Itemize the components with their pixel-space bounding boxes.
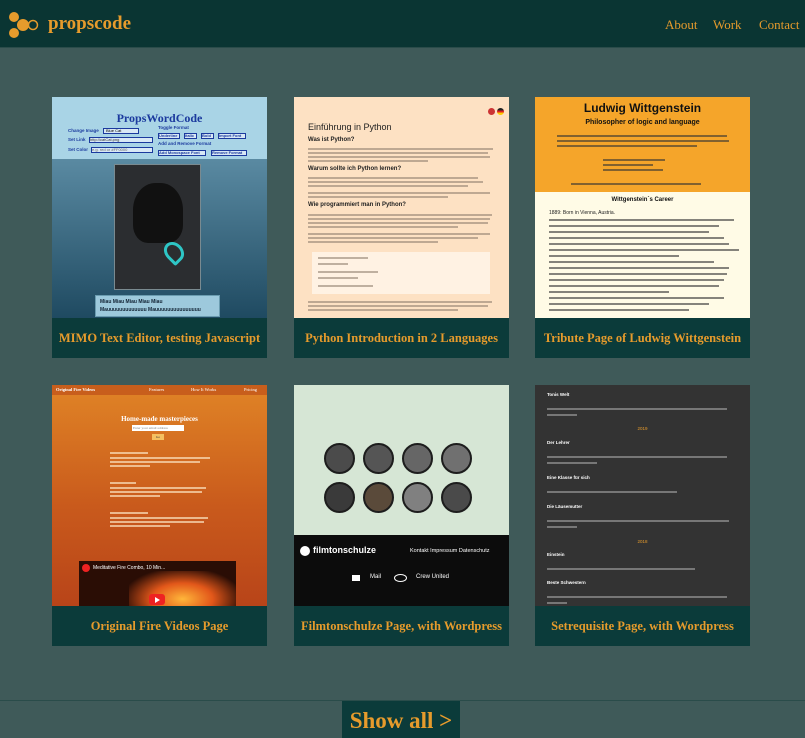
entry-title: Eine Klasse für sich [547,475,590,480]
entry-title: Beste Schwestern [547,580,586,585]
gallery-image [441,443,472,474]
thumb-navbar: Original Fire Videos Features How It Wor… [52,385,267,395]
project-caption[interactable]: Filmtonschulze Page, with Wordpress [294,606,509,646]
nav-contact[interactable]: Contact [759,17,799,33]
url-label: Set Link [68,137,86,142]
project-card-python[interactable]: Einführung in Python Was ist Python? War… [294,97,509,358]
mail-icon [352,575,360,581]
project-card-setrequisite[interactable]: Tonis Welt 2019 Der Lehrer Eine Klasse f… [535,385,750,646]
project-caption[interactable]: Python Introduction in 2 Languages [294,318,509,358]
project-caption[interactable]: Original Fire Videos Page [52,606,267,646]
import-font-button: Import Font [218,133,246,139]
nav-about[interactable]: About [665,17,698,33]
channel-icon [82,564,90,572]
person-subtitle: Philosopher of logic and language [585,119,700,126]
monospace-button: Add Monospace Font [158,150,206,156]
project-card-mimo[interactable]: PropsWordCode Change Image Blue Cat Togg… [52,97,267,358]
color-label: Set Color [68,147,89,152]
project-card-fire[interactable]: Original Fire Videos Features How It Wor… [52,385,267,646]
gallery-image [402,443,433,474]
project-thumbnail[interactable]: PropsWordCode Change Image Blue Cat Togg… [52,97,267,318]
gallery-image [363,482,394,513]
entry-title: Die Läusemutter [547,504,583,509]
entry-title: Der Lehrer [547,440,570,445]
project-thumbnail[interactable]: Tonis Welt 2019 Der Lehrer Eine Klasse f… [535,385,750,606]
thumb-nav-how: How It Works [191,387,217,392]
cat-image [114,164,201,290]
gallery-image [402,482,433,513]
gallery-image [363,443,394,474]
play-icon [149,594,165,605]
heading-2: Was ist Python? [308,137,355,143]
thumb-go-button: Go [152,434,164,440]
text-line-1: Miau Miau Miau Miau Miau [100,299,163,305]
site-header: propscode About Work Contact [0,0,805,48]
show-all-button[interactable]: Show all > [342,701,460,738]
footer-section: filmtonschulze Kontakt Impressum Datensc… [294,535,509,606]
change-image-label: Change Image [68,128,99,133]
thumb-title: PropsWordCode [116,111,203,125]
thumb-crew: Crew United [416,574,450,580]
underline-button: Underline [158,133,180,139]
thumb-brand: Original Fire Videos [56,387,96,392]
thumb-email-input: Enter your email address [132,425,184,431]
year-label: 2019 [637,426,648,431]
crew-icon [394,574,407,582]
thumb-mail: Mail [370,574,382,580]
thumb-logo: filmtonschulze [313,545,377,555]
film-reel-icon [300,546,310,556]
person-name: Ludwig Wittgenstein [583,101,702,115]
flag-icon [488,108,495,115]
flag-icon [497,108,504,115]
project-thumbnail[interactable]: Einführung in Python Was ist Python? War… [294,97,509,318]
project-thumbnail[interactable]: Original Fire Videos Features How It Wor… [52,385,267,606]
add-remove-label: Add and Remove Format [158,141,212,146]
hero-section: Ludwig Wittgenstein Philosopher of logic… [535,97,750,192]
color-field: e.g. red or #FF0000 [91,147,153,153]
nav-work[interactable]: Work [713,17,742,33]
text-line-2: Mauuuuuuuuuuuuu Mauuuuuuuuuuuuuuu [100,307,201,313]
project-caption[interactable]: MIMO Text Editor, testing Javascript [52,318,267,358]
career-section: Wittgenstein´s Career 1889: Born in Vien… [535,192,750,318]
brand-name[interactable]: propscode [48,13,131,35]
url-field: http://catCat.png [89,137,153,143]
heading-3: Warum sollte ich Python lernen? [308,166,402,172]
thumb-nav-pricing: Pricing [244,387,257,392]
video-title: Meditative Fire Combo, 10 Min... [93,565,166,571]
heading-4: Wie programmiert man in Python? [308,202,406,208]
toggle-format-label: Toggle Format [158,125,189,130]
editor-text: Miau Miau Miau Miau Miau Mauuuuuuuuuuuuu… [95,295,220,317]
career-first-entry: 1889: Born in Vienna, Austria. [549,210,616,216]
image-select: Blue Cat [103,128,139,134]
entry-title: Einstein [547,552,565,557]
project-card-wittgenstein[interactable]: Ludwig Wittgenstein Philosopher of logic… [535,97,750,358]
italic-button: Italic [184,133,197,139]
thumb-links: Kontakt Impressum Datenschutz [410,548,490,554]
fire-image [129,571,236,606]
gallery-image [324,482,355,513]
gallery-image [441,482,472,513]
year-label: 2018 [637,539,648,544]
project-thumbnail[interactable]: Ludwig Wittgenstein Philosopher of logic… [535,97,750,318]
project-thumbnail[interactable]: filmtonschulze Kontakt Impressum Datensc… [294,385,509,606]
video-embed: Meditative Fire Combo, 10 Min... [79,561,236,606]
entry-title: Tonis Welt [547,392,570,397]
project-caption[interactable]: Setrequisite Page, with Wordpress [535,606,750,646]
thumb-nav-features: Features [149,387,165,392]
thumb-headline: Home-made masterpieces [121,415,198,423]
project-caption[interactable]: Tribute Page of Ludwig Wittgenstein [535,318,750,358]
remove-format-button: Remove Format [211,150,247,156]
gallery-image [324,443,355,474]
logo-icon[interactable] [5,8,39,42]
bold-button: Bold [201,133,214,139]
project-card-filmtonschulze[interactable]: filmtonschulze Kontakt Impressum Datensc… [294,385,509,646]
heading-1: Einführung in Python [308,122,392,132]
career-title: Wittgenstein´s Career [611,197,674,203]
